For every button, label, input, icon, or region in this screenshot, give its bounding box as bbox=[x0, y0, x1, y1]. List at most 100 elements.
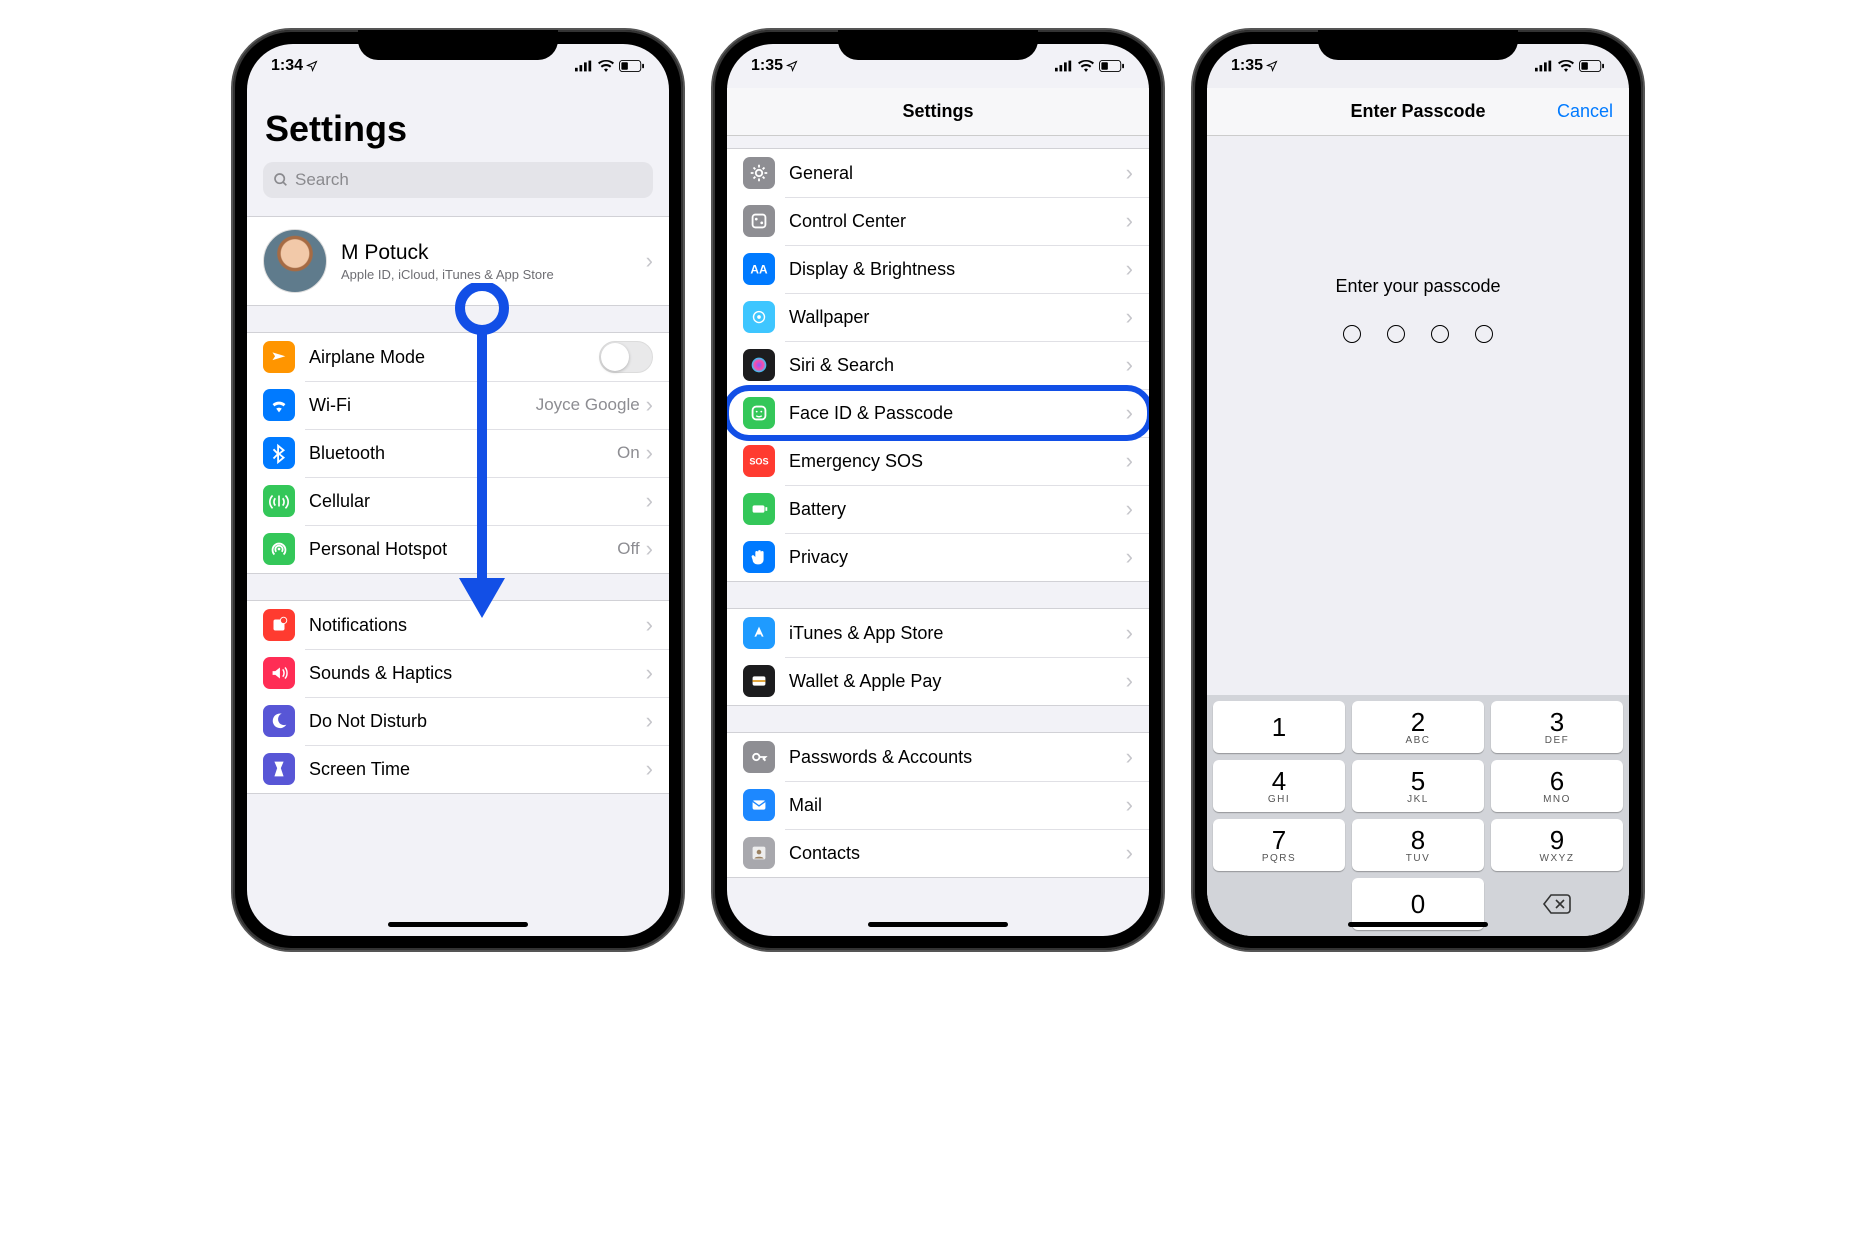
key-number: 6 bbox=[1550, 768, 1564, 794]
settings-row-personal-hotspot[interactable]: Personal HotspotOff› bbox=[247, 525, 669, 573]
key-letters: WXYZ bbox=[1540, 853, 1575, 864]
keypad-5[interactable]: 5JKL bbox=[1352, 760, 1484, 812]
chevron-icon: › bbox=[1126, 400, 1133, 426]
keypad-2[interactable]: 2ABC bbox=[1352, 701, 1484, 753]
nav-bar: Settings bbox=[727, 88, 1149, 136]
keypad-3[interactable]: 3DEF bbox=[1491, 701, 1623, 753]
keypad-backspace[interactable] bbox=[1491, 878, 1623, 930]
row-label: Passwords & Accounts bbox=[789, 747, 1126, 768]
key-number: 1 bbox=[1272, 714, 1286, 740]
settings-row-battery[interactable]: Battery› bbox=[727, 485, 1149, 533]
key-letters: GHI bbox=[1268, 794, 1290, 805]
settings-row-siri-search[interactable]: Siri & Search› bbox=[727, 341, 1149, 389]
nav-title: Settings bbox=[902, 101, 973, 122]
row-label: Personal Hotspot bbox=[309, 539, 617, 560]
chevron-icon: › bbox=[646, 248, 653, 274]
row-label: General bbox=[789, 163, 1126, 184]
settings-row-general[interactable]: General› bbox=[727, 149, 1149, 197]
key-letters: TUV bbox=[1406, 853, 1431, 864]
cancel-button[interactable]: Cancel bbox=[1557, 101, 1613, 122]
row-label: Wi-Fi bbox=[309, 395, 536, 416]
key-letters: PQRS bbox=[1262, 853, 1296, 864]
row-label: Siri & Search bbox=[789, 355, 1126, 376]
settings-row-face-id-passcode[interactable]: Face ID & Passcode› bbox=[727, 389, 1149, 437]
row-label: Sounds & Haptics bbox=[309, 663, 646, 684]
home-indicator[interactable] bbox=[1348, 922, 1488, 927]
svg-text:AA: AA bbox=[750, 263, 768, 277]
wall-icon bbox=[743, 301, 775, 333]
settings-row-wi-fi[interactable]: Wi-FiJoyce Google› bbox=[247, 381, 669, 429]
toggle-switch[interactable] bbox=[599, 341, 653, 373]
settings-row-notifications[interactable]: Notifications› bbox=[247, 601, 669, 649]
status-time: 1:35 bbox=[751, 57, 783, 75]
search-input[interactable]: Search bbox=[263, 162, 653, 198]
settings-row-cellular[interactable]: Cellular› bbox=[247, 477, 669, 525]
nav-bar: Enter Passcode Cancel bbox=[1207, 88, 1629, 136]
chevron-icon: › bbox=[1126, 840, 1133, 866]
settings-row-sounds-haptics[interactable]: Sounds & Haptics› bbox=[247, 649, 669, 697]
settings-row-wallpaper[interactable]: Wallpaper› bbox=[727, 293, 1149, 341]
row-label: Bluetooth bbox=[309, 443, 617, 464]
chevron-icon: › bbox=[646, 756, 653, 782]
settings-row-mail[interactable]: Mail› bbox=[727, 781, 1149, 829]
wallet-icon bbox=[743, 665, 775, 697]
home-indicator[interactable] bbox=[868, 922, 1008, 927]
chevron-icon: › bbox=[646, 392, 653, 418]
keypad-blank bbox=[1213, 878, 1345, 930]
wifi-icon bbox=[263, 389, 295, 421]
home-indicator[interactable] bbox=[388, 922, 528, 927]
keypad-8[interactable]: 8TUV bbox=[1352, 819, 1484, 871]
settings-row-itunes-app-store[interactable]: iTunes & App Store› bbox=[727, 609, 1149, 657]
row-label: Face ID & Passcode bbox=[789, 403, 1126, 424]
settings-row-privacy[interactable]: Privacy› bbox=[727, 533, 1149, 581]
passcode-dots bbox=[1343, 325, 1493, 343]
settings-row-screen-time[interactable]: Screen Time› bbox=[247, 745, 669, 793]
settings-row-control-center[interactable]: Control Center› bbox=[727, 197, 1149, 245]
settings-row-contacts[interactable]: Contacts› bbox=[727, 829, 1149, 877]
keypad-4[interactable]: 4GHI bbox=[1213, 760, 1345, 812]
phone-frame-3: 1:35 Enter Passcode Cancel Enter your pa… bbox=[1193, 30, 1643, 950]
mail-icon bbox=[743, 789, 775, 821]
row-label: Contacts bbox=[789, 843, 1126, 864]
keypad-1[interactable]: 1 bbox=[1213, 701, 1345, 753]
search-icon bbox=[273, 172, 289, 188]
settings-row-airplane-mode[interactable]: Airplane Mode bbox=[247, 333, 669, 381]
profile-row[interactable]: M Potuck Apple ID, iCloud, iTunes & App … bbox=[247, 217, 669, 305]
battery-icon bbox=[1579, 60, 1605, 72]
airplane-icon bbox=[263, 341, 295, 373]
batt-icon bbox=[743, 493, 775, 525]
signal-icon bbox=[1055, 60, 1073, 72]
key-number: 2 bbox=[1411, 709, 1425, 735]
row-label: Display & Brightness bbox=[789, 259, 1126, 280]
avatar bbox=[263, 229, 327, 293]
chevron-icon: › bbox=[1126, 448, 1133, 474]
settings-row-bluetooth[interactable]: BluetoothOn› bbox=[247, 429, 669, 477]
keypad-6[interactable]: 6MNO bbox=[1491, 760, 1623, 812]
chevron-icon: › bbox=[1126, 668, 1133, 694]
settings-row-emergency-sos[interactable]: SOSEmergency SOS› bbox=[727, 437, 1149, 485]
row-label: Airplane Mode bbox=[309, 347, 599, 368]
wifi-icon bbox=[598, 60, 614, 72]
aa-icon: AA bbox=[743, 253, 775, 285]
row-label: Notifications bbox=[309, 615, 646, 636]
row-label: Emergency SOS bbox=[789, 451, 1126, 472]
row-label: Wallet & Apple Pay bbox=[789, 671, 1126, 692]
settings-row-passwords-accounts[interactable]: Passwords & Accounts› bbox=[727, 733, 1149, 781]
settings-row-do-not-disturb[interactable]: Do Not Disturb› bbox=[247, 697, 669, 745]
numeric-keypad: 12ABC3DEF4GHI5JKL6MNO7PQRS8TUV9WXYZ0 bbox=[1207, 695, 1629, 936]
wifi-icon bbox=[1078, 60, 1094, 72]
profile-sub: Apple ID, iCloud, iTunes & App Store bbox=[341, 267, 646, 282]
row-label: Control Center bbox=[789, 211, 1126, 232]
keypad-7[interactable]: 7PQRS bbox=[1213, 819, 1345, 871]
chevron-icon: › bbox=[1126, 544, 1133, 570]
key-icon bbox=[743, 741, 775, 773]
keypad-9[interactable]: 9WXYZ bbox=[1491, 819, 1623, 871]
gear-icon bbox=[743, 157, 775, 189]
settings-row-display-brightness[interactable]: AADisplay & Brightness› bbox=[727, 245, 1149, 293]
key-letters: MNO bbox=[1543, 794, 1571, 805]
settings-row-wallet-apple-pay[interactable]: Wallet & Apple Pay› bbox=[727, 657, 1149, 705]
nav-title: Enter Passcode bbox=[1350, 101, 1485, 122]
backspace-icon bbox=[1542, 893, 1572, 915]
key-number: 7 bbox=[1272, 827, 1286, 853]
row-value: Off bbox=[617, 539, 639, 559]
